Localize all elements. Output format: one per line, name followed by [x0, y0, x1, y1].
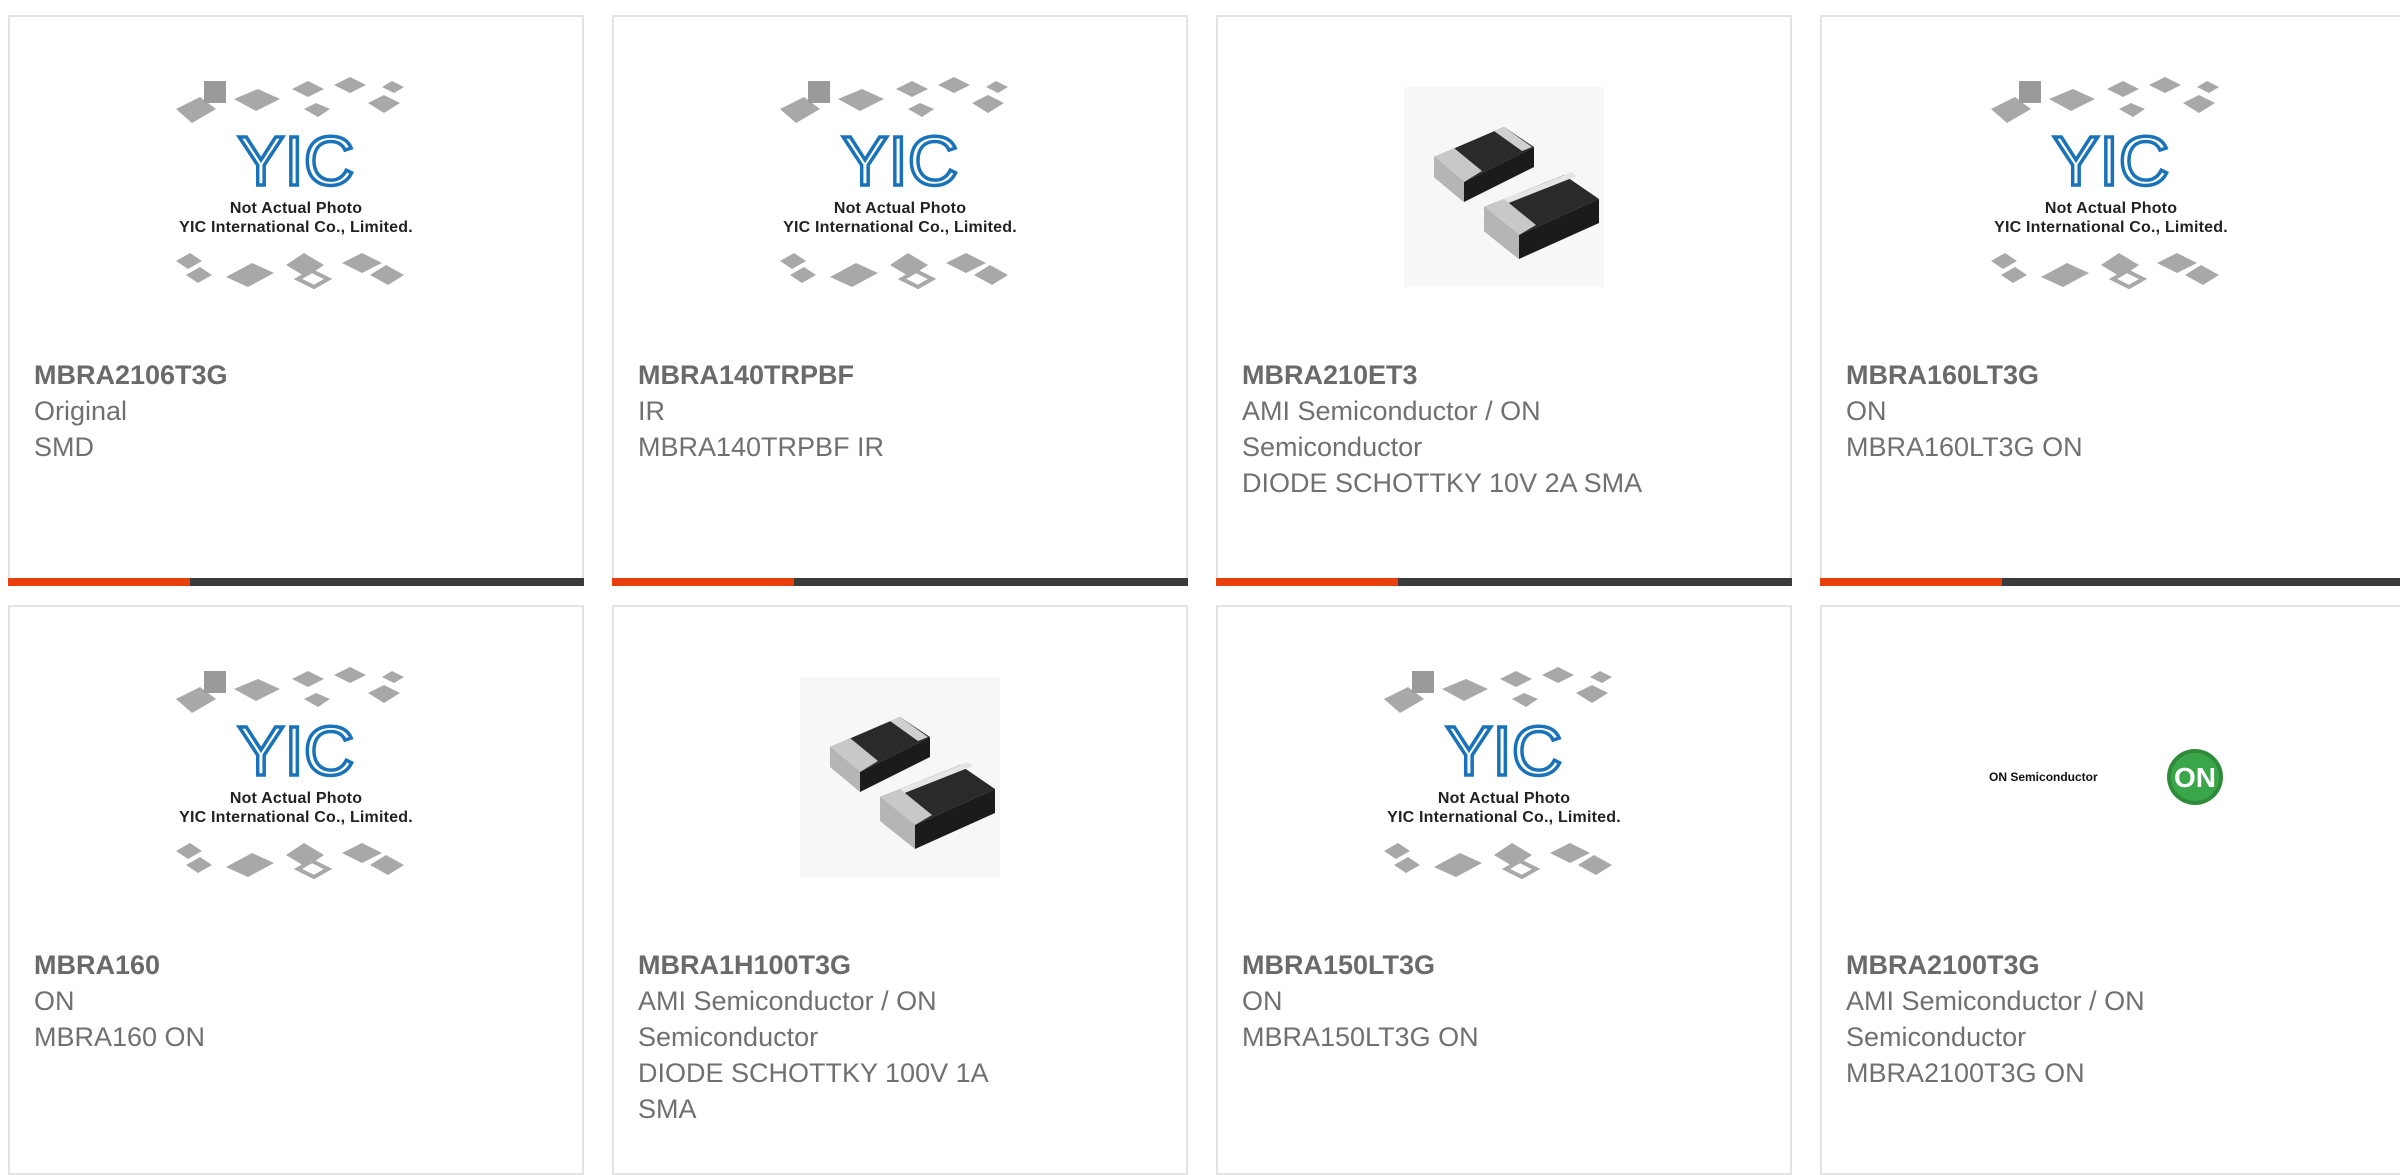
product-grid: YIC Not Actual Photo YIC International C… [0, 0, 2400, 1175]
product-line: MBRA160LT3G ON [1846, 432, 2083, 462]
placeholder-caption-line2: YIC International Co., Limited. [1387, 809, 1621, 826]
product-image: YIC Not Actual Photo YIC International C… [1822, 17, 2400, 357]
product-line: AMI Semiconductor / ON [1846, 986, 2145, 1016]
product-image: YIC Not Actual Photo YIC International C… [614, 17, 1186, 357]
card-progress-bar [1216, 578, 1792, 586]
product-card[interactable]: YIC Not Actual Photo YIC International C… [1216, 605, 1792, 1175]
product-line: MBRA2100T3G ON [1846, 1058, 2085, 1088]
on-logo-badge: ON [2174, 762, 2216, 793]
sma-diode-photo [1404, 87, 1604, 287]
product-card[interactable]: YIC Not Actual Photo YIC International C… [1820, 15, 2400, 586]
card-progress-bar [1820, 578, 2400, 586]
card-accent [612, 578, 794, 586]
part-number[interactable]: MBRA210ET3 [1242, 357, 1766, 393]
product-card[interactable]: YIC Not Actual Photo YIC International C… [8, 15, 584, 586]
product-line: ON [1846, 396, 1887, 426]
product-line: Original [34, 396, 128, 426]
product-line: MBRA160 ON [34, 1022, 206, 1052]
card-progress-bar [612, 578, 1188, 586]
product-line: AMI Semiconductor / ON [638, 986, 937, 1016]
placeholder-caption-line2: YIC International Co., Limited. [179, 219, 413, 236]
product-line: Semiconductor [638, 1022, 819, 1052]
yic-placeholder-image: YIC Not Actual Photo YIC International C… [780, 77, 1017, 290]
product-card[interactable]: MBRA210ET3 AMI Semiconductor / ON Semico… [1216, 15, 1792, 586]
product-image [614, 607, 1186, 947]
product-line: MBRA140TRPBF IR [638, 432, 885, 462]
product-line: MBRA150LT3G ON [1242, 1022, 1479, 1052]
product-line: IR [638, 396, 665, 426]
product-line: Semiconductor [1846, 1022, 2027, 1052]
product-line: ON [1242, 986, 1283, 1016]
yic-placeholder-image: YIC Not Actual Photo YIC International C… [1991, 77, 2228, 290]
part-number[interactable]: MBRA140TRPBF [638, 357, 1162, 393]
part-number[interactable]: MBRA1H100T3G [638, 947, 1162, 983]
placeholder-caption-line1: Not Actual Photo [2045, 200, 2177, 217]
card-accent [1216, 578, 1398, 586]
product-image: YIC Not Actual Photo YIC International C… [10, 607, 582, 947]
on-semiconductor-wordmark: ON Semiconductor [1989, 770, 2098, 784]
yic-placeholder-image: YIC Not Actual Photo YIC International C… [1384, 667, 1621, 880]
product-image [1218, 17, 1790, 357]
product-line: ON [34, 986, 75, 1016]
part-number[interactable]: MBRA150LT3G [1242, 947, 1766, 983]
sma-diode-photo [800, 677, 1000, 877]
product-card[interactable]: YIC Not Actual Photo YIC International C… [8, 605, 584, 1175]
placeholder-caption-line1: Not Actual Photo [834, 200, 966, 217]
product-card[interactable]: YIC Not Actual Photo YIC International C… [612, 15, 1188, 586]
part-number[interactable]: MBRA160 [34, 947, 558, 983]
placeholder-caption-line2: YIC International Co., Limited. [783, 219, 1017, 236]
part-number[interactable]: MBRA160LT3G [1846, 357, 2376, 393]
card-accent [1820, 578, 2002, 586]
product-image: YIC Not Actual Photo YIC International C… [1218, 607, 1790, 947]
product-line: DIODE SCHOTTKY 100V 1A [638, 1058, 989, 1088]
yic-logo: YIC [2053, 122, 2170, 200]
yic-logo: YIC [1446, 712, 1563, 790]
card-progress-bar [8, 578, 584, 586]
part-number[interactable]: MBRA2100T3G [1846, 947, 2376, 983]
yic-placeholder-image: YIC Not Actual Photo YIC International C… [176, 77, 413, 290]
product-line: DIODE SCHOTTKY 10V 2A SMA [1242, 468, 1643, 498]
yic-logo: YIC [842, 122, 959, 200]
product-line: AMI Semiconductor / ON [1242, 396, 1541, 426]
product-image: YIC Not Actual Photo YIC International C… [10, 17, 582, 357]
placeholder-caption-line1: Not Actual Photo [230, 790, 362, 807]
product-line: SMA [638, 1094, 697, 1124]
yic-placeholder-image: YIC Not Actual Photo YIC International C… [176, 667, 413, 880]
placeholder-caption-line2: YIC International Co., Limited. [1994, 219, 2228, 236]
product-card[interactable]: ON Semiconductor ON MBRA2100T3G AMI Semi… [1820, 605, 2400, 1175]
placeholder-caption-line2: YIC International Co., Limited. [179, 809, 413, 826]
product-card[interactable]: MBRA1H100T3G AMI Semiconductor / ON Semi… [612, 605, 1188, 1175]
part-number[interactable]: MBRA2106T3G [34, 357, 558, 393]
on-semiconductor-logo: ON Semiconductor ON [1989, 749, 2223, 805]
card-accent [8, 578, 190, 586]
yic-logo: YIC [238, 122, 355, 200]
product-line: Semiconductor [1242, 432, 1423, 462]
yic-logo: YIC [238, 712, 355, 790]
placeholder-caption-line1: Not Actual Photo [1438, 790, 1570, 807]
placeholder-caption-line1: Not Actual Photo [230, 200, 362, 217]
product-image: ON Semiconductor ON [1822, 607, 2400, 947]
product-line: SMD [34, 432, 94, 462]
